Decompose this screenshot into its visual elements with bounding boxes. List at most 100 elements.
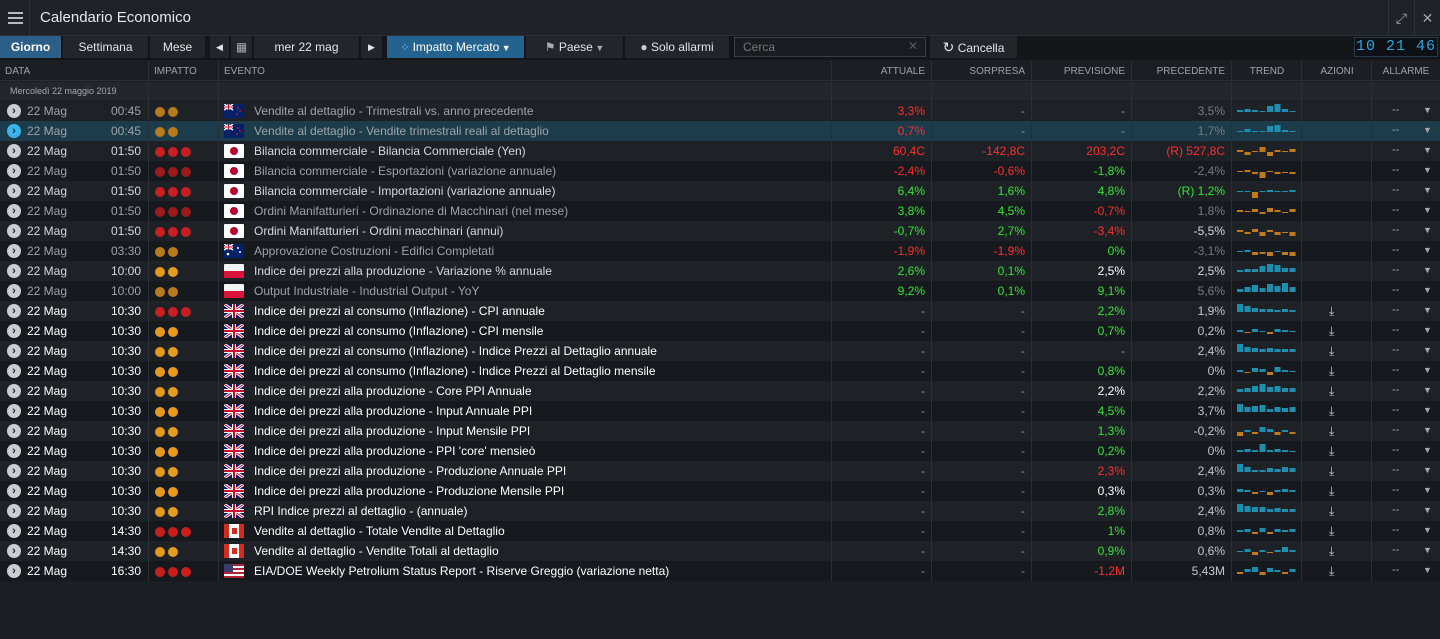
- col-date[interactable]: DATA: [5, 66, 30, 77]
- alarm-dropdown-icon[interactable]: ▼: [1423, 125, 1432, 135]
- table-row[interactable]: › 22 Mag 14:30 Vendite al dettaglio - Total…: [0, 521, 1440, 541]
- event-name[interactable]: Vendite al dettaglio - Vendite trimestra…: [254, 124, 549, 138]
- table-row[interactable]: › 22 Mag 01:50 Bilancia commerciale - Espor…: [0, 161, 1440, 181]
- chevron-right-icon[interactable]: ›: [7, 324, 21, 338]
- download-icon[interactable]: ⤓: [1329, 564, 1334, 579]
- search-input[interactable]: [734, 37, 926, 57]
- alarm-dropdown-icon[interactable]: ▼: [1423, 545, 1432, 555]
- table-row[interactable]: › 22 Mag 10:30 Indice dei prezzi alla produ…: [0, 421, 1440, 441]
- col-alarm[interactable]: ALLARME: [1372, 66, 1440, 77]
- alarm-dropdown-icon[interactable]: ▼: [1423, 245, 1432, 255]
- alarm-dropdown-icon[interactable]: ▼: [1423, 225, 1432, 235]
- expand-icon[interactable]: ⤢: [1388, 0, 1414, 36]
- alarm-dropdown-icon[interactable]: ▼: [1423, 305, 1432, 315]
- col-trend[interactable]: TREND: [1232, 66, 1302, 77]
- event-name[interactable]: Indice dei prezzi alla produzione - Core…: [254, 384, 532, 398]
- col-forecast[interactable]: PREVISIONE: [1040, 66, 1125, 77]
- chevron-right-icon[interactable]: ›: [7, 504, 21, 518]
- download-icon[interactable]: ⤓: [1329, 544, 1334, 559]
- alarm-dropdown-icon[interactable]: ▼: [1423, 265, 1432, 275]
- event-name[interactable]: Indice dei prezzi alla produzione - Prod…: [254, 464, 566, 478]
- col-actual[interactable]: ATTUALE: [840, 66, 925, 77]
- event-name[interactable]: RPI Indice prezzi al dettaglio - (annual…: [254, 504, 467, 518]
- table-row[interactable]: › 22 Mag 01:50 Ordini Manifatturieri - Ordi…: [0, 201, 1440, 221]
- table-row[interactable]: › 22 Mag 14:30 Vendite al dettaglio - Vendi…: [0, 541, 1440, 561]
- download-icon[interactable]: ⤓: [1329, 324, 1334, 339]
- event-name[interactable]: Vendite al dettaglio - Totale Vendite al…: [254, 524, 505, 538]
- chevron-right-icon[interactable]: ›: [7, 304, 21, 318]
- download-icon[interactable]: ⤓: [1329, 444, 1334, 459]
- table-row[interactable]: › 22 Mag 10:30 Indice dei prezzi alla produ…: [0, 381, 1440, 401]
- chevron-right-icon[interactable]: ›: [7, 544, 21, 558]
- chevron-right-icon[interactable]: ›: [7, 284, 21, 298]
- impact-filter-button[interactable]: ⁘ Impatto Mercato ▼: [387, 36, 525, 58]
- chevron-right-icon[interactable]: ›: [7, 184, 21, 198]
- download-icon[interactable]: ⤓: [1329, 504, 1334, 519]
- table-row[interactable]: › 22 Mag 10:00 Indice dei prezzi alla produ…: [0, 261, 1440, 281]
- alarms-only-toggle[interactable]: ● Solo allarmi: [625, 36, 730, 58]
- chevron-right-icon[interactable]: ›: [7, 404, 21, 418]
- event-name[interactable]: Vendite al dettaglio - Vendite Totali al…: [254, 544, 499, 558]
- alarm-dropdown-icon[interactable]: ▼: [1423, 185, 1432, 195]
- event-name[interactable]: Indice dei prezzi alla produzione - Vari…: [254, 264, 552, 278]
- event-name[interactable]: Indice dei prezzi al consumo (Inflazione…: [254, 304, 545, 318]
- col-surprise[interactable]: SORPRESA: [940, 66, 1025, 77]
- event-name[interactable]: Ordini Manifatturieri - Ordini macchinar…: [254, 224, 503, 238]
- alarm-dropdown-icon[interactable]: ▼: [1423, 285, 1432, 295]
- chevron-right-icon[interactable]: ›: [7, 524, 21, 538]
- table-row[interactable]: › 22 Mag 10:30 Indice dei prezzi alla produ…: [0, 401, 1440, 421]
- close-icon[interactable]: ✕: [1414, 0, 1440, 36]
- hamburger-icon[interactable]: [0, 0, 30, 36]
- next-date-button[interactable]: ▶: [361, 36, 383, 58]
- table-row[interactable]: › 22 Mag 10:30 Indice dei prezzi al consumo…: [0, 361, 1440, 381]
- chevron-right-icon[interactable]: ›: [7, 104, 21, 118]
- alarm-dropdown-icon[interactable]: ▼: [1423, 445, 1432, 455]
- alarm-dropdown-icon[interactable]: ▼: [1423, 105, 1432, 115]
- alarm-dropdown-icon[interactable]: ▼: [1423, 205, 1432, 215]
- download-icon[interactable]: ⤓: [1329, 404, 1334, 419]
- event-name[interactable]: Indice dei prezzi alla produzione - Prod…: [254, 484, 564, 498]
- date-display[interactable]: mer 22 mag: [254, 36, 360, 58]
- event-name[interactable]: Output Industriale - Industrial Output -…: [254, 284, 479, 298]
- chevron-right-icon[interactable]: ›: [7, 224, 21, 238]
- clear-search-icon[interactable]: ✕: [908, 39, 918, 53]
- col-actions[interactable]: AZIONI: [1302, 66, 1372, 77]
- table-row[interactable]: › 22 Mag 10:30 Indice dei prezzi alla produ…: [0, 461, 1440, 481]
- chevron-right-icon[interactable]: ›: [7, 204, 21, 218]
- event-name[interactable]: Indice dei prezzi al consumo (Inflazione…: [254, 324, 543, 338]
- chevron-right-icon[interactable]: ›: [7, 124, 21, 138]
- download-icon[interactable]: ⤓: [1329, 484, 1334, 499]
- chevron-right-icon[interactable]: ›: [7, 244, 21, 258]
- event-name[interactable]: Vendite al dettaglio - Trimestrali vs. a…: [254, 104, 534, 118]
- event-name[interactable]: Indice dei prezzi alla produzione - Inpu…: [254, 404, 532, 418]
- table-row[interactable]: › 22 Mag 16:30 EIA/DOE Weekly Petrolium Sta…: [0, 561, 1440, 581]
- event-name[interactable]: Ordini Manifatturieri - Ordinazione di M…: [254, 204, 568, 218]
- table-row[interactable]: › 22 Mag 10:30 RPI Indice prezzi al dettagl…: [0, 501, 1440, 521]
- download-icon[interactable]: ⤓: [1329, 524, 1334, 539]
- alarm-dropdown-icon[interactable]: ▼: [1423, 345, 1432, 355]
- event-name[interactable]: Bilancia commerciale - Esportazioni (var…: [254, 164, 556, 178]
- alarm-dropdown-icon[interactable]: ▼: [1423, 405, 1432, 415]
- chevron-right-icon[interactable]: ›: [7, 264, 21, 278]
- download-icon[interactable]: ⤓: [1329, 464, 1334, 479]
- table-row[interactable]: › 22 Mag 10:30 Indice dei prezzi alla produ…: [0, 481, 1440, 501]
- alarm-dropdown-icon[interactable]: ▼: [1423, 565, 1432, 575]
- chevron-right-icon[interactable]: ›: [7, 424, 21, 438]
- table-row[interactable]: › 22 Mag 00:45 Vendite al dettaglio - Trime…: [0, 101, 1440, 121]
- tab-month[interactable]: Mese: [150, 36, 206, 58]
- alarm-dropdown-icon[interactable]: ▼: [1423, 145, 1432, 155]
- alarm-dropdown-icon[interactable]: ▼: [1423, 165, 1432, 175]
- download-icon[interactable]: ⤓: [1329, 344, 1334, 359]
- table-row[interactable]: › 22 Mag 03:30 Approvazione Costruzioni - E…: [0, 241, 1440, 261]
- download-icon[interactable]: ⤓: [1329, 364, 1334, 379]
- table-row[interactable]: › 22 Mag 01:50 Bilancia commerciale - Impor…: [0, 181, 1440, 201]
- chevron-right-icon[interactable]: ›: [7, 344, 21, 358]
- alarm-dropdown-icon[interactable]: ▼: [1423, 365, 1432, 375]
- alarm-dropdown-icon[interactable]: ▼: [1423, 525, 1432, 535]
- tab-day[interactable]: Giorno: [0, 36, 62, 58]
- event-name[interactable]: Bilancia commerciale - Importazioni (var…: [254, 184, 555, 198]
- prev-date-button[interactable]: ◀: [210, 36, 230, 58]
- table-row[interactable]: › 22 Mag 10:00 Output Industriale - Industr…: [0, 281, 1440, 301]
- table-row[interactable]: › 22 Mag 10:30 Indice dei prezzi al consumo…: [0, 321, 1440, 341]
- table-row[interactable]: › 22 Mag 01:50 Ordini Manifatturieri - Ordi…: [0, 221, 1440, 241]
